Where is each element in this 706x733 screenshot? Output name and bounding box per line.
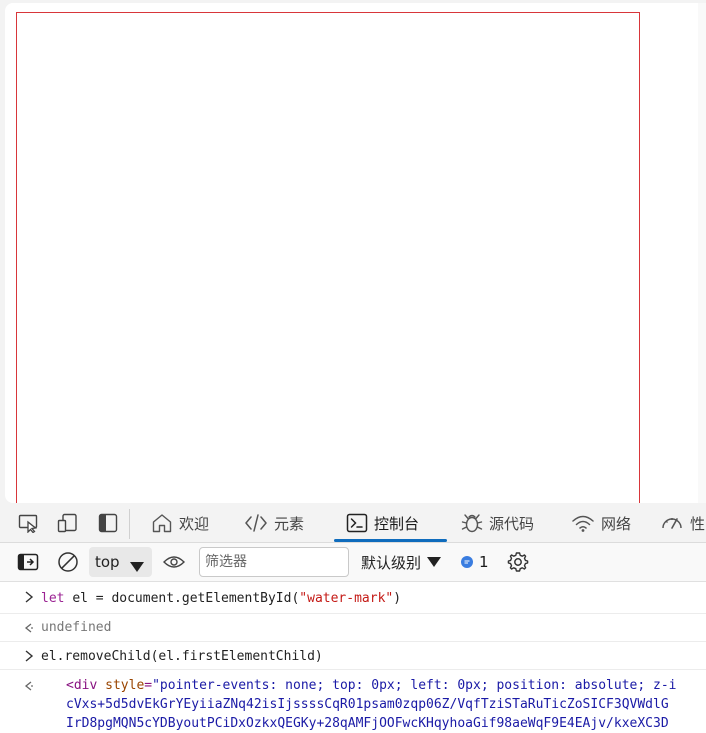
tab-elements[interactable]: 元素 — [244, 503, 304, 543]
console-icon — [346, 513, 368, 533]
console-input-row: el.removeChild(el.firstElementChild) — [0, 642, 706, 670]
filter-input[interactable] — [199, 547, 349, 577]
devtools-tabbar: 欢迎 元素 控制台 源代码 网络 性 — [0, 503, 706, 543]
device-emulation-icon[interactable] — [55, 511, 81, 535]
attribute-value-continued: cVxs+5d5dvEkGrYEyiiaZNq42isIjssssCqR01ps… — [66, 697, 669, 712]
code-text: el = document.getElementById( — [72, 591, 300, 606]
clear-console-icon[interactable] — [56, 550, 80, 574]
tab-network-label: 网络 — [601, 514, 632, 533]
page-viewport — [5, 3, 706, 503]
wifi-icon — [571, 513, 595, 533]
keyword-let: let — [41, 591, 65, 606]
string-literal: "water-mark" — [299, 591, 394, 606]
console-result-text: undefined — [41, 620, 112, 635]
tab-sources[interactable]: 源代码 — [461, 503, 534, 543]
tab-welcome-label: 欢迎 — [179, 514, 210, 533]
gear-icon[interactable] — [506, 550, 530, 574]
log-level-select[interactable]: 默认级别 — [361, 547, 445, 577]
window-edge — [698, 3, 706, 503]
code-icon — [244, 513, 268, 533]
chevron-right-icon — [24, 591, 38, 607]
code-text: ) — [393, 591, 402, 606]
dom-node-preview[interactable]: <div style="pointer-events: none; top: 0… — [66, 678, 677, 693]
issues-counter[interactable]: 1 — [461, 547, 489, 577]
console-toolbar: top 默认级别 1 — [0, 543, 706, 582]
tab-performance[interactable]: 性 — [660, 503, 705, 543]
tab-sources-label: 源代码 — [489, 514, 535, 533]
console-output-row: <div style="pointer-events: none; top: 0… — [0, 670, 706, 733]
return-arrow-icon — [24, 622, 38, 638]
tab-network[interactable]: 网络 — [571, 503, 631, 543]
live-expression-icon[interactable] — [162, 550, 186, 574]
chevron-right-icon — [24, 650, 38, 666]
tabbar-divider — [129, 509, 130, 539]
console-output-row: undefined — [0, 614, 706, 642]
html-attribute: style — [105, 678, 145, 693]
context-select-value: top — [95, 553, 120, 571]
issues-count: 1 — [479, 553, 489, 571]
console-input-text[interactable]: let el = document.getElementById("water-… — [41, 591, 401, 606]
tab-performance-label: 性 — [690, 514, 706, 533]
html-tag: <div — [66, 678, 98, 693]
home-icon — [151, 513, 173, 533]
gauge-icon — [660, 513, 684, 533]
tab-welcome[interactable]: 欢迎 — [151, 503, 209, 543]
bug-icon — [461, 512, 483, 534]
log-level-value: 默认级别 — [361, 553, 422, 572]
message-icon — [461, 556, 473, 568]
context-select[interactable]: top — [89, 547, 152, 577]
chevron-down-icon — [130, 558, 144, 576]
tab-console-label: 控制台 — [374, 514, 420, 533]
return-arrow-icon — [24, 680, 38, 696]
console-input-row: let el = document.getElementById("water-… — [0, 582, 706, 614]
chevron-down-icon — [427, 553, 442, 571]
attribute-value-continued: IrD8pgMQN5cYDByoutPCiDxOzkxQEGKy+28qAMFj… — [66, 716, 669, 731]
inspect-icon[interactable] — [16, 511, 42, 535]
console-input-text[interactable]: el.removeChild(el.firstElementChild) — [41, 649, 323, 664]
tab-elements-label: 元素 — [274, 514, 305, 533]
tab-console[interactable]: 控制台 — [334, 503, 447, 543]
attribute-value: "pointer-events: none; top: 0px; left: 0… — [152, 678, 677, 693]
panel-toggle-icon[interactable] — [95, 511, 121, 535]
console-output: let el = document.getElementById("water-… — [0, 582, 706, 733]
water-mark-container — [16, 12, 640, 503]
sidebar-toggle-icon[interactable] — [16, 550, 40, 574]
